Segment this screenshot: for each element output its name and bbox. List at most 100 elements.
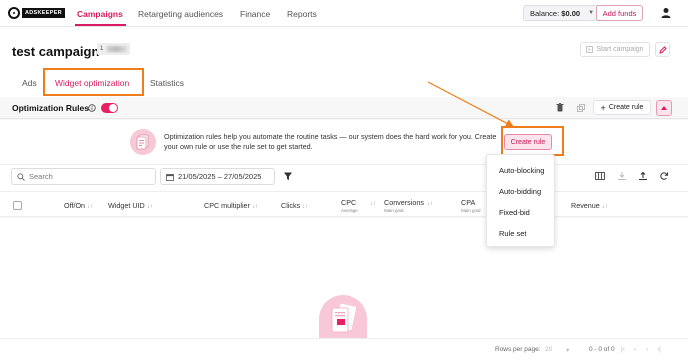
date-range-value: 21/05/2025 – 27/05/2025 <box>178 172 262 181</box>
column-revenue[interactable]: Revenue ↓↑ <box>571 201 608 210</box>
create-rule-highlight-annotation <box>501 126 564 156</box>
column-cpc[interactable]: CPC Average ↓↑ <box>341 198 376 213</box>
add-funds-button[interactable]: Add funds <box>596 5 643 21</box>
logo-mark-icon <box>8 7 20 19</box>
columns-icon[interactable] <box>595 171 605 181</box>
edit-campaign-button[interactable] <box>655 42 670 57</box>
column-cpc-multiplier[interactable]: CPC multiplier ↓↑ <box>204 201 258 210</box>
campaign-id-redacted <box>107 46 128 52</box>
filter-icon[interactable] <box>283 171 293 181</box>
first-page-icon[interactable]: |‹ <box>621 346 625 353</box>
sort-icon: ↓↑ <box>426 201 433 207</box>
collapse-rules-button[interactable] <box>656 100 672 116</box>
rows-per-page-label: Rows per page: <box>495 346 541 353</box>
active-nav-indicator <box>75 24 126 26</box>
table-header: Off/On ↓↑ Widget UID ↓↑ CPC multiplier ↓↑ C… <box>0 191 688 217</box>
pagination-bar: Rows per page: 20 ▾ 0 - 0 of 0 |‹ ‹ › ›| <box>0 338 688 361</box>
column-clicks[interactable]: Clicks ↓↑ <box>281 201 308 210</box>
user-icon[interactable] <box>659 6 673 20</box>
rules-info-text: Optimization rules help you automate the… <box>164 132 497 151</box>
next-page-icon[interactable]: › <box>646 346 648 353</box>
sort-icon: ↓↑ <box>251 204 258 210</box>
optimization-rules-bar: Optimization Rules + Create rule <box>0 97 688 119</box>
empty-state-document-icon <box>319 295 367 340</box>
dropdown-item-rule-set[interactable]: Rule set <box>499 229 527 238</box>
column-cpa-sublabel: Main goal <box>461 208 481 213</box>
filter-toolbar: Search 21/05/2025 – 27/05/2025 <box>0 165 688 191</box>
tab-statistics[interactable]: Statistics <box>150 78 184 88</box>
column-revenue-label: Revenue <box>571 201 600 210</box>
select-all-checkbox[interactable] <box>13 201 22 210</box>
column-cpc-sublabel: Average <box>341 208 358 213</box>
refresh-icon[interactable] <box>659 171 669 181</box>
adskeeper-logo[interactable]: ADSKEEPER <box>8 7 65 19</box>
logo-text: ADSKEEPER <box>22 8 65 18</box>
date-range-picker[interactable]: 21/05/2025 – 27/05/2025 <box>160 168 275 185</box>
start-campaign-label: Start campaign <box>596 46 644 53</box>
nav-finance[interactable]: Finance <box>240 9 270 19</box>
column-cpc-multiplier-label: CPC multiplier <box>204 201 250 210</box>
last-page-icon[interactable]: ›| <box>657 346 661 353</box>
nav-retargeting-audiences[interactable]: Retargeting audiences <box>138 9 223 19</box>
info-icon[interactable] <box>88 104 96 112</box>
delete-rule-button[interactable] <box>552 100 567 115</box>
copy-icon <box>576 103 585 112</box>
nav-campaigns[interactable]: Campaigns <box>77 9 123 19</box>
sort-icon: ↓↑ <box>87 204 94 210</box>
tab-ads[interactable]: Ads <box>22 78 37 88</box>
search-icon <box>17 172 25 181</box>
dropdown-item-fixed-bid[interactable]: Fixed-bid <box>499 208 530 217</box>
plus-icon: + <box>600 102 606 113</box>
play-icon <box>586 46 594 53</box>
column-cpc-label: CPC <box>341 198 357 207</box>
column-cpa-label: CPA <box>461 198 476 207</box>
calendar-icon <box>166 173 174 181</box>
rules-info-banner: Optimization rules help you automate the… <box>0 120 688 165</box>
column-conversions[interactable]: Conversions Main goal ↓↑ <box>384 198 433 213</box>
column-clicks-label: Clicks <box>281 201 301 210</box>
start-campaign-button[interactable]: Start campaign <box>580 42 650 57</box>
column-widget-uid-label: Widget UID <box>108 201 145 210</box>
dropdown-item-auto-bidding[interactable]: Auto-bidding <box>499 187 541 196</box>
campaign-header: test campaign 1 Start campaign Ads Widge… <box>0 27 688 97</box>
chevron-down-icon: ▼ <box>588 10 595 16</box>
column-cpa[interactable]: CPA Main goal <box>461 198 481 213</box>
rows-per-page-select[interactable]: 20 <box>545 346 552 353</box>
campaign-id-prefix: 1 <box>100 46 104 52</box>
chevron-down-icon: ▾ <box>566 347 570 354</box>
table-body-empty-state <box>0 218 688 340</box>
search-input[interactable]: Search <box>11 168 156 185</box>
campaign-id-badge: 1 <box>97 43 131 55</box>
column-off-on-label: Off/On <box>64 201 86 210</box>
balance-value: $0.00 <box>561 8 581 18</box>
sort-icon: ↓↑ <box>369 201 376 207</box>
column-conversions-label: Conversions <box>384 198 424 207</box>
column-widget-uid[interactable]: Widget UID ↓↑ <box>108 201 153 210</box>
optimization-rules-title: Optimization Rules <box>12 103 89 113</box>
download-icon[interactable] <box>617 171 627 181</box>
prev-page-icon[interactable]: ‹ <box>634 346 636 353</box>
create-rule-toolbar-button[interactable]: + Create rule <box>593 100 651 115</box>
search-placeholder: Search <box>29 172 53 181</box>
top-navigation: ADSKEEPER Campaigns Retargeting audience… <box>0 0 688 27</box>
campaign-title: test campaign <box>12 44 100 59</box>
balance-dropdown[interactable]: Balance: $0.00 ▼ <box>523 5 602 21</box>
nav-reports[interactable]: Reports <box>287 9 317 19</box>
upload-icon[interactable] <box>638 171 648 181</box>
chevron-up-icon <box>661 106 667 110</box>
pagination-range: 0 - 0 of 0 <box>589 346 615 353</box>
create-rule-dropdown: Auto-blocking Auto-bidding Fixed-bid Rul… <box>486 154 555 247</box>
trash-icon <box>556 103 563 112</box>
sort-icon: ↓↑ <box>302 204 309 210</box>
balance-label: Balance: <box>530 8 560 18</box>
column-off-on[interactable]: Off/On ↓↑ <box>64 201 93 210</box>
copy-rule-button[interactable] <box>573 100 588 115</box>
pencil-icon <box>658 45 667 54</box>
column-conversions-sublabel: Main goal <box>384 208 404 213</box>
optimization-rules-toggle[interactable] <box>101 103 118 113</box>
rules-document-icon <box>130 129 156 155</box>
dropdown-item-auto-blocking[interactable]: Auto-blocking <box>499 166 544 175</box>
tab-highlight-annotation <box>43 68 144 96</box>
create-rule-toolbar-label: Create rule <box>608 104 644 111</box>
sort-icon: ↓↑ <box>146 204 153 210</box>
